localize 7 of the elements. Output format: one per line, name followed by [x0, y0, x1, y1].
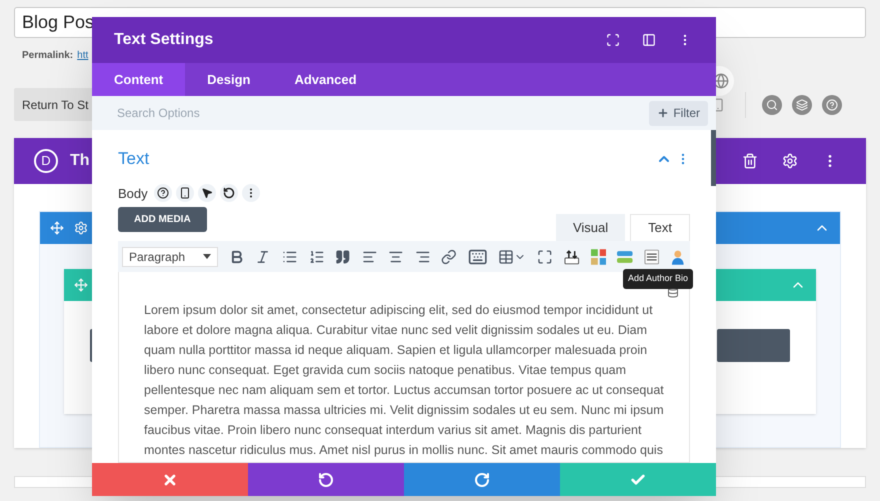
field-label: Body — [118, 184, 148, 203]
tooltip: Add Author Bio — [622, 269, 693, 288]
modal-title: Text Settings — [114, 30, 214, 50]
logo: D — [34, 148, 58, 173]
permalink-label: Permalink: — [22, 49, 74, 63]
builder-title: Th — [70, 150, 90, 171]
section-title: Text — [118, 148, 150, 170]
